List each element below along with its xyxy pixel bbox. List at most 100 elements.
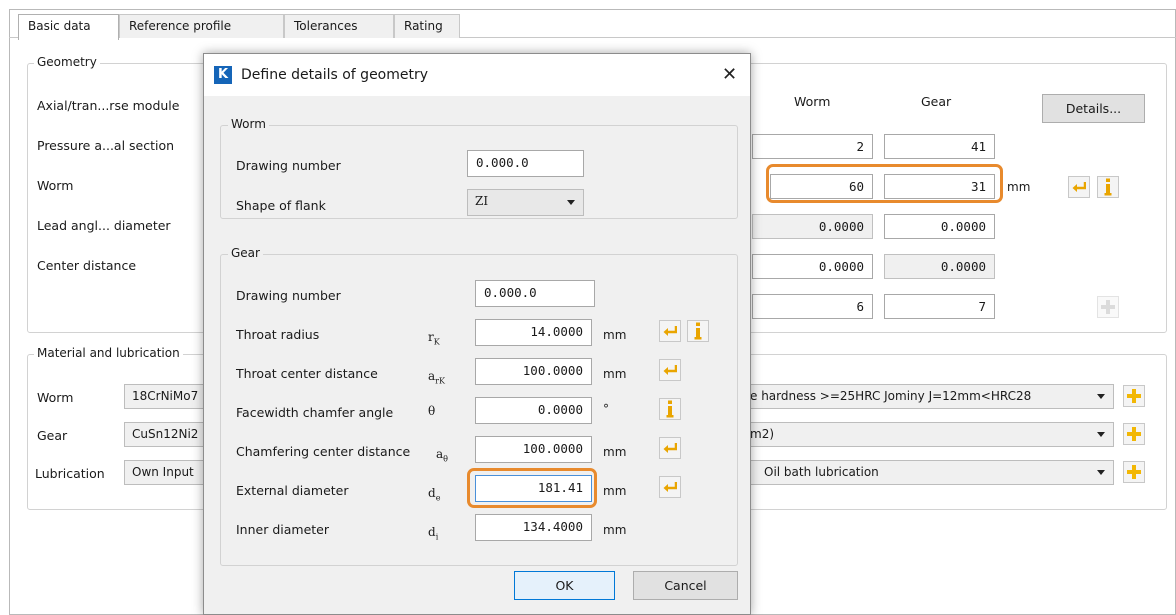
chamfering-center-distance-return-button[interactable] [659, 437, 681, 459]
worm-material-select[interactable]: 18CrNiMo7 [124, 384, 214, 409]
tab-rating[interactable]: Rating [394, 14, 460, 38]
lead-angle-gear-field[interactable]: 0.0000 [884, 214, 995, 239]
external-diameter-return-button[interactable] [659, 476, 681, 498]
chamfering-center-distance-label: Chamfering center distance [236, 444, 411, 459]
shape-of-flank-label: Shape of flank [236, 198, 326, 213]
return-arrow-icon [1072, 182, 1086, 192]
material-label-lubrication: Lubrication [35, 466, 105, 481]
inner-diameter-field[interactable]: 134.4000 [475, 514, 592, 541]
chevron-down-icon [1097, 470, 1105, 475]
throat-radius-info-button[interactable] [687, 320, 709, 342]
shape-of-flank-select[interactable]: ZI [467, 189, 584, 216]
return-arrow-icon [663, 443, 677, 453]
tab-label: Basic data [28, 19, 91, 33]
symbol-letter: d [428, 486, 436, 500]
throat-radius-symbol: rK [428, 330, 440, 346]
geometry-details-dialog: K Define details of geometry ✕ Worm Draw… [203, 53, 751, 615]
lubrication-type-select[interactable]: Own Input [124, 460, 214, 485]
label-lead-angle: Lead angl... diameter [37, 218, 171, 233]
quality-gear-field[interactable]: 7 [884, 294, 995, 319]
material-group-title: Material and lubrication [34, 346, 183, 360]
center-distance-worm-field[interactable]: 0.0000 [752, 254, 873, 279]
symbol-subscript: i [435, 532, 439, 542]
material-label-worm: Worm [37, 390, 74, 405]
label-center-distance: Center distance [37, 258, 137, 273]
return-arrow-icon [663, 365, 677, 375]
lubrication-method-select[interactable]: Oil bath lubrication [741, 460, 1114, 485]
worm-drawing-number-field[interactable]: 0.000.0 [467, 150, 584, 177]
throat-radius-field[interactable]: 14.0000 [475, 319, 592, 346]
throat-center-distance-symbol: arK [428, 369, 445, 385]
external-diameter-label: External diameter [236, 483, 349, 498]
add-quality-button[interactable] [1097, 296, 1119, 318]
details-button[interactable]: Details... [1042, 94, 1145, 123]
shape-of-flank-value: ZI [475, 194, 489, 208]
chevron-down-icon [1097, 394, 1105, 399]
throat-radius-label: Throat radius [236, 327, 320, 342]
ok-button[interactable]: OK [514, 571, 615, 600]
add-gear-material-button[interactable] [1123, 423, 1145, 445]
gear-material-detail-select[interactable]: m2) [741, 422, 1114, 447]
facewidth-unit: mm [1007, 180, 1031, 194]
gear-drawing-number-field[interactable]: 0.000.0 [475, 280, 595, 307]
chamfering-center-distance-unit: mm [603, 445, 627, 459]
throat-center-distance-return-button[interactable] [659, 359, 681, 381]
lubrication-method-value: Oil bath lubrication [764, 465, 879, 479]
close-icon[interactable]: ✕ [722, 64, 737, 85]
throat-center-distance-unit: mm [603, 367, 627, 381]
chevron-down-icon [567, 200, 575, 205]
return-arrow-icon [663, 326, 677, 336]
chamfering-center-distance-symbol: aθ [436, 447, 448, 463]
gear-material-value: CuSn12Ni2 [132, 427, 199, 441]
symbol-subscript: rK [435, 376, 445, 386]
label-axial-module: Axial/tran...rse module [37, 98, 180, 113]
symbol-subscript: θ [443, 454, 448, 464]
info-icon [666, 400, 674, 418]
gear-drawing-number-label: Drawing number [236, 288, 341, 303]
material-label-gear: Gear [37, 428, 68, 443]
center-distance-gear-field[interactable]: 0.0000 [884, 254, 995, 279]
throat-center-distance-label: Throat center distance [236, 366, 378, 381]
lubrication-type-value: Own Input [132, 465, 194, 479]
gear-material-select[interactable]: CuSn12Ni2 [124, 422, 214, 447]
throat-radius-return-button[interactable] [659, 320, 681, 342]
inner-diameter-symbol: di [428, 525, 438, 541]
gear-detail-value: m2) [750, 427, 775, 441]
lead-angle-worm-field[interactable]: 0.0000 [752, 214, 873, 239]
dialog-gear-group-title: Gear [228, 246, 263, 260]
label-worm: Worm [37, 178, 74, 193]
teeth-worm-field[interactable]: 2 [752, 134, 873, 159]
plus-icon [1127, 389, 1141, 403]
chamfering-center-distance-field[interactable]: 100.0000 [475, 436, 592, 463]
info-icon [694, 322, 702, 340]
worm-material-value: 18CrNiMo7 [132, 389, 199, 403]
add-worm-material-button[interactable] [1123, 385, 1145, 407]
info-button[interactable] [1097, 176, 1119, 198]
dialog-worm-group-title: Worm [228, 117, 269, 131]
label-pressure-angle: Pressure a...al section [37, 138, 175, 153]
chamfer-angle-symbol: θ [428, 404, 435, 418]
tab-basic-data[interactable]: Basic data [18, 14, 119, 40]
cancel-button[interactable]: Cancel [633, 571, 738, 600]
worm-material-treatment-select[interactable]: e hardness >=25HRC Jominy J=12mm<HRC28 [741, 384, 1114, 409]
dialog-title: Define details of geometry [241, 67, 429, 83]
tab-tolerances[interactable]: Tolerances [284, 14, 394, 38]
teeth-gear-field[interactable]: 41 [884, 134, 995, 159]
throat-center-distance-field[interactable]: 100.0000 [475, 358, 592, 385]
quality-worm-field[interactable]: 6 [752, 294, 873, 319]
highlight-facewidth [766, 164, 1003, 203]
chamfer-angle-info-button[interactable] [659, 398, 681, 420]
chamfer-angle-field[interactable]: 0.0000 [475, 397, 592, 424]
throat-radius-unit: mm [603, 328, 627, 342]
add-lubrication-button[interactable] [1123, 461, 1145, 483]
chamfer-angle-label: Facewidth chamfer angle [236, 405, 394, 420]
app-logo-icon: K [214, 66, 232, 84]
return-button[interactable] [1068, 176, 1090, 198]
geometry-group-title: Geometry [34, 55, 100, 69]
symbol-letter: d [428, 525, 436, 539]
tab-label: Reference profile [129, 19, 232, 33]
chevron-down-icon [1097, 432, 1105, 437]
column-header-gear: Gear [921, 94, 952, 109]
tab-reference-profile[interactable]: Reference profile [119, 14, 284, 38]
external-diameter-symbol: de [428, 486, 440, 502]
